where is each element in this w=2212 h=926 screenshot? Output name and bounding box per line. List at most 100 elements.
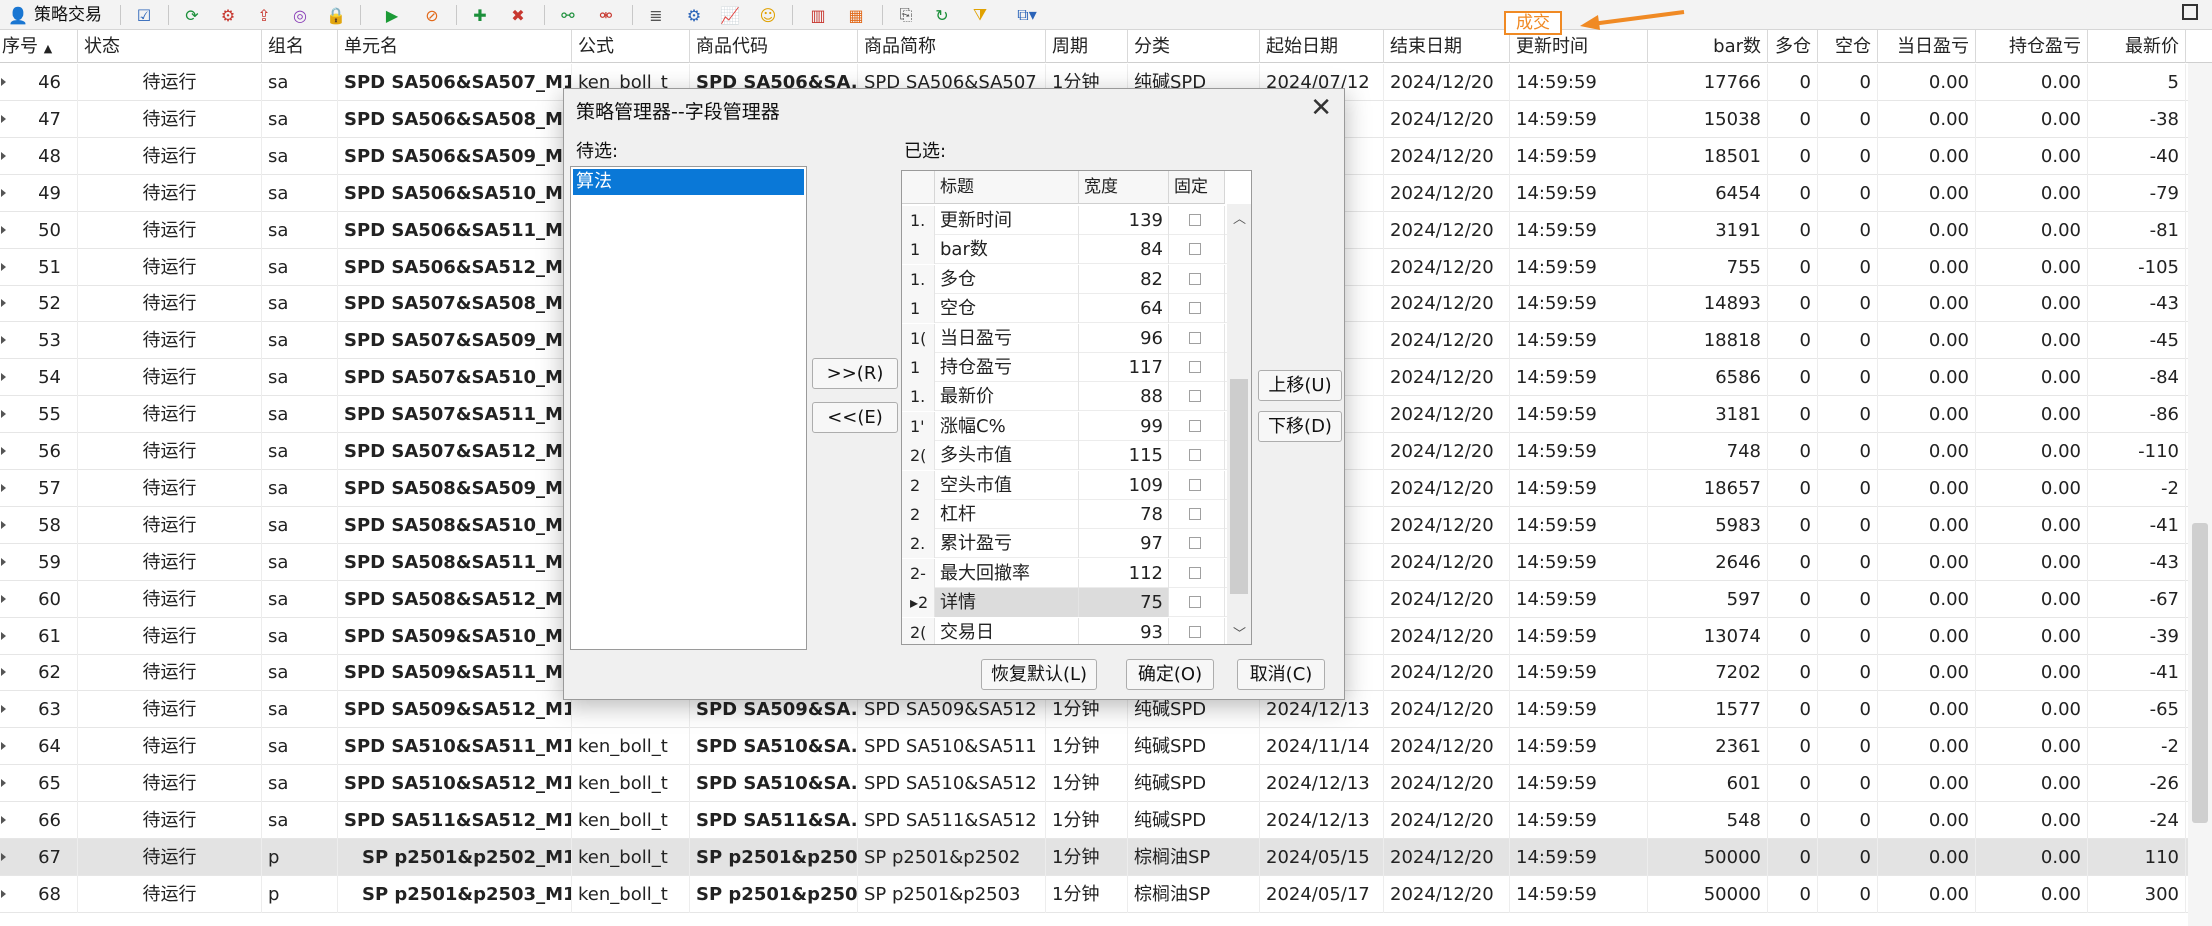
col-header-code[interactable]: 商品代码 [690,30,858,63]
fixed-checkbox[interactable] [1189,214,1201,226]
fixed-checkbox[interactable] [1189,596,1201,609]
smiley-icon[interactable]: ☺ [756,3,780,27]
scroll-down-icon[interactable]: ﹀ [1233,623,1246,642]
field-row[interactable]: 1. 更新时间 139 [902,206,1227,235]
col-header-short-pos[interactable]: 空仓 [1818,30,1878,63]
grid-scroll-thumb[interactable] [1230,379,1248,594]
col-header-end[interactable]: 结束日期 [1384,30,1510,63]
maximize-icon[interactable] [2182,4,2198,20]
list-settings-icon[interactable]: ≣ [644,3,668,27]
grid-header-title[interactable]: 标题 [935,171,1079,204]
link-dropdown-icon[interactable]: ⧉▾ [1008,3,1046,27]
col-header-daily-pnl[interactable]: 当日盈亏 [1878,30,1976,63]
copy-doc-icon[interactable]: ⎘ [894,3,918,27]
candlestick-icon[interactable]: ▥ [806,3,830,27]
play-icon[interactable]: ▶ [380,3,404,27]
fixed-checkbox[interactable] [1189,625,1201,638]
filter-icon[interactable]: ⧩ [968,3,992,27]
col-header-category[interactable]: 分类 [1128,30,1260,63]
table-row[interactable]: 64 待运行 sa SPD SA510&SA511_M1 ken_boll_t SPD S… [0,728,2212,766]
col-header-last[interactable]: 最新价 [2088,30,2186,63]
col-header-start[interactable]: 起始日期 [1260,30,1384,63]
fixed-checkbox[interactable] [1189,331,1201,344]
field-row[interactable]: 2. 累计盈亏 97 [902,529,1227,559]
move-down-button[interactable]: 下移(D) [1258,411,1342,442]
field-row[interactable]: 1. 最新价 88 [902,382,1227,412]
fixed-checkbox[interactable] [1189,537,1201,550]
target-icon[interactable]: ◎ [288,3,312,27]
table-row[interactable]: 67 待运行 p SP p2501&p2502_M1 ken_boll_t SP p250… [0,838,2212,876]
chart-settings-icon[interactable]: ⚙ [216,3,240,27]
lock-icon[interactable]: 🔒 [324,3,348,27]
field-row[interactable]: 1' 涨幅C% 99 [902,411,1227,441]
line-chart-icon[interactable]: 📈 [718,3,742,27]
fixed-checkbox[interactable] [1189,302,1201,315]
field-row[interactable]: 1(当日盈亏 96 [902,323,1227,353]
cell-seq: 56 [0,433,78,470]
add-field-button[interactable]: >>(R) [812,358,898,389]
fixed-checkbox[interactable] [1189,449,1201,462]
col-header-pos-pnl[interactable]: 持仓盈亏 [1976,30,2088,63]
field-row[interactable]: 1. 多仓 82 [902,264,1227,294]
close-icon[interactable]: ✕ [1310,93,1332,123]
fixed-checkbox[interactable] [1189,361,1201,373]
restore-default-button[interactable]: 恢复默认(L) [981,659,1097,690]
vertical-scrollbar[interactable] [2188,63,2212,926]
col-header-seq[interactable]: 序号 ▲ [0,30,78,63]
field-row[interactable]: 2 杠杆 78 [902,500,1227,529]
remove-field-button[interactable]: <<(E) [812,402,898,433]
refresh-run-icon[interactable]: ⟳ [180,3,204,27]
grid-scrollbar[interactable]: ︿ ﹀ [1227,204,1251,644]
col-header-group[interactable]: 组名 [262,30,338,63]
table-row[interactable]: 68 待运行 p SP p2501&p2503_M1 ken_boll_t SP p250… [0,875,2212,913]
link-icon[interactable]: ⚯ [556,3,580,27]
color-chart-icon[interactable]: ▦ [844,3,868,27]
field-row[interactable]: 2 空头市值 109 [902,470,1227,500]
col-header-unit[interactable]: 单元名 [338,30,572,63]
ok-button[interactable]: 确定(O) [1126,659,1214,690]
grid-header-width[interactable]: 宽度 [1079,171,1169,204]
export-icon[interactable]: ⇪ [252,3,276,27]
available-list[interactable]: 算法 [570,166,807,650]
fixed-checkbox[interactable] [1189,390,1201,403]
field-row[interactable]: 1 空仓 64 [902,294,1227,324]
col-header-period[interactable]: 周期 [1046,30,1128,63]
cancel-button[interactable]: 取消(C) [1237,659,1325,690]
fixed-checkbox[interactable] [1189,508,1201,520]
available-item-algorithm[interactable]: 算法 [573,169,804,195]
strategy-trade-label[interactable]: 策略交易 [34,4,102,26]
field-row[interactable]: 2(交易日 93 [902,617,1227,644]
col-header-short[interactable]: 商品简称 [858,30,1046,63]
col-header-long[interactable]: 多仓 [1768,30,1818,63]
fixed-checkbox[interactable] [1189,478,1201,491]
col-header-bars[interactable]: bar数 [1648,30,1768,63]
field-row[interactable]: 2(多头市值 115 [902,441,1227,471]
checklist-icon[interactable]: ☑ [132,3,156,27]
col-header-formula[interactable]: 公式 [572,30,690,63]
field-row[interactable]: 1 持仓盈亏 117 [902,353,1227,382]
cell-status: 待运行 [78,728,262,766]
selected-fields-grid[interactable]: 标题 宽度 固定 1. 更新时间 139 1 bar数 84 1. 多仓 82 1 空仓 64 1(当日… [901,170,1252,645]
remove-group-icon[interactable]: ✖ [506,3,530,27]
scroll-up-icon[interactable]: ︿ [1233,208,1246,227]
unlink-icon[interactable]: ⚮ [594,3,618,27]
field-row[interactable]: 1 bar数 84 [902,235,1227,265]
field-row[interactable]: 2- 最大回撤率 112 [902,558,1227,588]
reload-icon[interactable]: ↻ [930,3,954,27]
col-header-status[interactable]: 状态 [78,30,262,63]
scroll-thumb[interactable] [2192,523,2208,823]
trade-badge[interactable]: 成交 [1504,11,1562,35]
add-group-icon[interactable]: ✚ [468,3,492,27]
gear-icon[interactable]: ⚙ [682,3,706,27]
table-row[interactable]: 65 待运行 sa SPD SA510&SA512_M1 ken_boll_t SPD S… [0,765,2212,803]
fixed-checkbox[interactable] [1189,243,1201,256]
stop-icon[interactable]: ⊘ [420,3,444,27]
strategy-user-icon[interactable]: 👤 [6,3,30,27]
fixed-checkbox[interactable] [1189,566,1201,579]
grid-header-fixed[interactable]: 固定 [1169,171,1225,204]
field-row[interactable]: ▸2 详情 75 [902,588,1227,618]
table-row[interactable]: 66 待运行 sa SPD SA511&SA512_M1 ken_boll_t SPD S… [0,802,2212,839]
fixed-checkbox[interactable] [1189,419,1201,432]
fixed-checkbox[interactable] [1189,272,1201,285]
move-up-button[interactable]: 上移(U) [1258,370,1342,401]
